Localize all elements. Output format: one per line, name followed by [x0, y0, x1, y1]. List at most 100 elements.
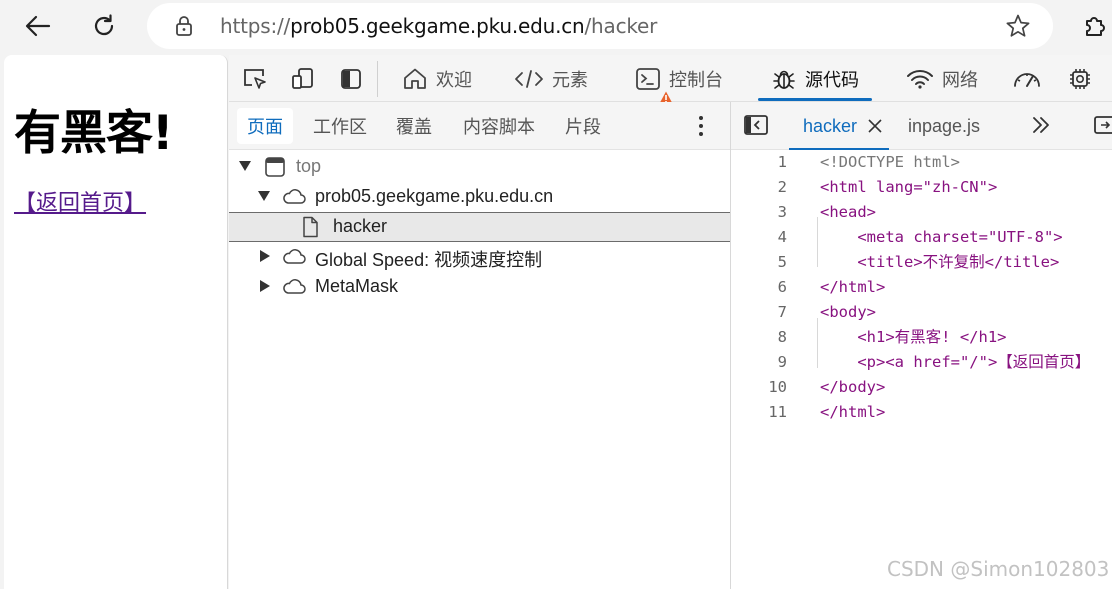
tab-content-scripts[interactable]: 内容脚本	[453, 108, 545, 144]
settings-tab[interactable]	[1065, 64, 1095, 94]
tab-welcome[interactable]: 欢迎	[402, 55, 472, 102]
cloud-icon	[283, 249, 306, 264]
wifi-icon	[907, 69, 933, 89]
tab-snippets[interactable]: 片段	[555, 108, 611, 144]
tab-filesystem[interactable]: 工作区	[303, 108, 377, 144]
home-icon	[404, 68, 426, 89]
toggle-debugger-sidebar-icon[interactable]	[1093, 114, 1112, 136]
browser-toolbar: https://prob05.geekgame.pku.edu.cn/hacke…	[0, 0, 1112, 52]
line-number: 10	[768, 378, 787, 396]
tab-overrides[interactable]: 覆盖	[386, 108, 442, 144]
editor-tab-hacker[interactable]: hacker	[788, 102, 890, 150]
file-icon	[303, 216, 318, 238]
code-line: 9 <p><a href="/">【返回首页】	[731, 350, 1112, 375]
inspect-button[interactable]	[240, 64, 270, 94]
sources-navigator: 页面 工作区 覆盖 内容脚本 片段 top prob05.geekgame.pk…	[229, 102, 731, 589]
device-emulation-icon	[292, 68, 313, 89]
back-button[interactable]	[18, 6, 58, 46]
url-scheme: https://	[220, 14, 291, 38]
line-number: 4	[777, 228, 787, 246]
page-viewport: 有黑客! 【返回首页】	[4, 55, 228, 589]
performance-tab[interactable]	[1012, 64, 1042, 94]
expanded-arrow-icon[interactable]	[258, 191, 270, 201]
tab-sources[interactable]: 源代码	[758, 55, 872, 102]
tab-console[interactable]: 控制台	[635, 55, 723, 103]
tree-label-top: top	[296, 156, 322, 176]
bug-icon	[773, 70, 795, 89]
address-bar[interactable]: https://prob05.geekgame.pku.edu.cn/hacke…	[147, 3, 1053, 49]
tree-item-domain[interactable]: prob05.geekgame.pku.edu.cn	[229, 182, 730, 212]
tree-item-hacker[interactable]: hacker	[229, 212, 730, 242]
tab-network-label: 网络	[942, 69, 978, 90]
code-line: 3 <head>	[731, 200, 1112, 225]
frame-icon	[265, 157, 285, 177]
line-number: 11	[768, 403, 787, 421]
url-host: prob05.geekgame.pku.edu.cn	[290, 14, 585, 38]
line-text: <body>	[820, 303, 876, 321]
editor-tab-hacker-label: hacker	[803, 115, 858, 136]
line-text: </html>	[820, 403, 886, 421]
line-number: 5	[777, 253, 787, 271]
inspect-icon	[244, 69, 266, 89]
tab-console-label: 控制台	[669, 69, 723, 90]
code-line: 2 <html lang="zh-CN">	[731, 175, 1112, 200]
line-text: <html lang="zh-CN">	[820, 178, 998, 196]
tree-item-global-speed[interactable]: Global Speed: 视频速度控制	[229, 242, 730, 272]
tab-page[interactable]: 页面	[237, 108, 293, 144]
url-path: /hacker	[584, 14, 658, 38]
device-emulation-button[interactable]	[288, 64, 318, 94]
line-text: <!DOCTYPE html>	[820, 153, 960, 171]
tab-elements-label: 元素	[552, 69, 588, 90]
line-text: <meta charset="UTF-8">	[820, 228, 1063, 246]
code-line: 10 </body>	[731, 375, 1112, 400]
line-text: </body>	[820, 378, 886, 396]
line-number: 9	[777, 353, 787, 371]
more-options-button[interactable]	[691, 112, 711, 140]
reload-button[interactable]	[84, 6, 124, 46]
code-line: 6 </html>	[731, 275, 1112, 300]
editor-tabs: hacker inpage.js	[731, 102, 1112, 150]
extensions-button[interactable]	[1074, 6, 1112, 46]
reload-icon	[94, 14, 114, 36]
line-number: 7	[777, 303, 787, 321]
line-number: 8	[777, 328, 787, 346]
tree-item-metamask[interactable]: MetaMask	[229, 272, 730, 302]
line-number: 1	[777, 153, 787, 171]
collapsed-arrow-icon[interactable]	[260, 250, 270, 262]
line-number: 3	[777, 203, 787, 221]
tab-network[interactable]: 网络	[906, 55, 978, 102]
chevron-double-right-icon[interactable]	[1031, 114, 1051, 136]
source-editor: hacker inpage.js 1 <!DOCTYPE html> 2 <html…	[731, 102, 1112, 589]
url-text[interactable]: https://prob05.geekgame.pku.edu.cn/hacke…	[220, 15, 657, 37]
toolbar-separator	[377, 61, 378, 97]
tree-item-top[interactable]: top	[229, 152, 730, 182]
code-line: 8 <h1>有黑客! </h1>	[731, 325, 1112, 350]
code-line: 5 <title>不许复制</title>	[731, 250, 1112, 275]
code-area[interactable]: 1 <!DOCTYPE html> 2 <html lang="zh-CN"> 3 <…	[731, 150, 1112, 589]
tab-elements[interactable]: 元素	[514, 55, 588, 102]
extensions-icon	[1086, 17, 1105, 36]
tree-label-metamask: MetaMask	[315, 276, 399, 296]
code-line: 4 <meta charset="UTF-8">	[731, 225, 1112, 250]
code-line: 7 <body>	[731, 300, 1112, 325]
performance-icon	[1014, 73, 1040, 87]
back-to-home-link[interactable]: 【返回首页】	[14, 185, 146, 217]
toggle-navigator-icon[interactable]	[743, 114, 769, 136]
code-line: 11 </html>	[731, 400, 1112, 425]
line-text: </html>	[820, 278, 886, 296]
dock-side-button[interactable]	[336, 64, 366, 94]
settings-gear-icon	[1070, 69, 1090, 89]
tree-label-global-speed: Global Speed: 视频速度控制	[315, 250, 543, 270]
expanded-arrow-icon[interactable]	[239, 161, 251, 171]
navigator-tabs: 页面 工作区 覆盖 内容脚本 片段	[229, 102, 730, 150]
star-icon[interactable]	[1005, 13, 1031, 39]
console-icon	[636, 67, 660, 90]
close-icon[interactable]	[867, 118, 883, 134]
line-text: <h1>有黑客! </h1>	[820, 328, 1007, 346]
devtools-panel: 欢迎 元素 控制台 源代码 网络 页面 工作区 覆盖 内容脚本 片段 top p…	[229, 55, 1112, 589]
code-line: 1 <!DOCTYPE html>	[731, 150, 1112, 175]
watermark: CSDN @Simon102803	[887, 557, 1110, 581]
collapsed-arrow-icon[interactable]	[260, 280, 270, 292]
lock-icon[interactable]	[174, 15, 194, 37]
editor-tab-inpage[interactable]: inpage.js	[908, 102, 980, 150]
